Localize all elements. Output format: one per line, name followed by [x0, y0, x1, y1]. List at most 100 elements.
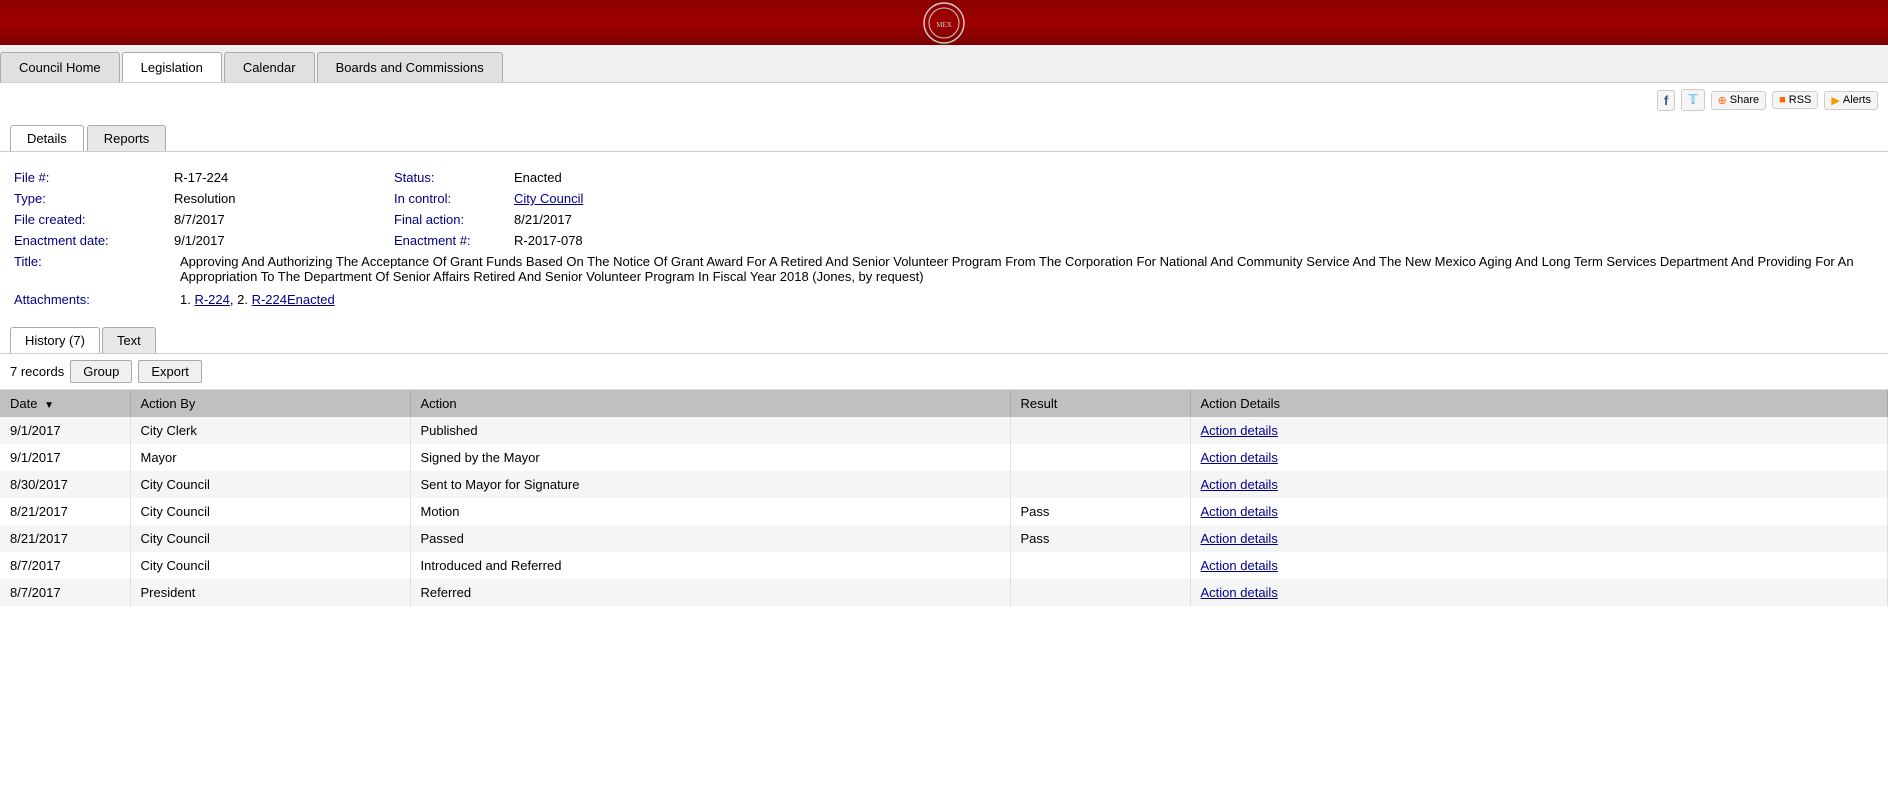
table-row: 9/1/2017 City Clerk Published Action det…: [0, 417, 1888, 444]
final-action-value: 8/21/2017: [514, 212, 572, 227]
tab-history[interactable]: History (7): [10, 327, 100, 353]
cell-actiondetails[interactable]: Action details: [1190, 579, 1888, 606]
facebook-button[interactable]: f: [1657, 90, 1675, 111]
col-header-result[interactable]: Result: [1010, 390, 1190, 417]
cell-actiondetails[interactable]: Action details: [1190, 525, 1888, 552]
file-value: R-17-224: [174, 170, 394, 185]
table-row: 8/7/2017 President Referred Action detai…: [0, 579, 1888, 606]
table-row: 8/30/2017 City Council Sent to Mayor for…: [0, 471, 1888, 498]
cell-actionby: Mayor: [130, 444, 410, 471]
facebook-icon: f: [1664, 93, 1668, 108]
rss-button[interactable]: ■ RSS: [1772, 91, 1818, 109]
nav-tab-calendar[interactable]: Calendar: [224, 52, 315, 82]
attachment-r224enacted[interactable]: R-224Enacted: [252, 292, 335, 307]
attachments-row: Attachments: 1. R-224, 2. R-224Enacted: [14, 292, 1874, 307]
enactment-date-value: 9/1/2017: [174, 233, 394, 248]
alerts-label: Alerts: [1843, 94, 1871, 106]
file-created-label: File created:: [14, 212, 174, 227]
cell-date: 9/1/2017: [0, 444, 130, 471]
cell-action: Passed: [410, 525, 1010, 552]
type-label: Type:: [14, 191, 174, 206]
attachments-label: Attachments:: [14, 292, 174, 307]
tab-reports[interactable]: Reports: [87, 125, 167, 151]
share-label: Share: [1730, 94, 1759, 106]
final-action-label: Final action:: [394, 212, 514, 227]
cell-date: 9/1/2017: [0, 417, 130, 444]
enactment-date-label: Enactment date:: [14, 233, 174, 248]
cell-date: 8/21/2017: [0, 525, 130, 552]
cell-action: Introduced and Referred: [410, 552, 1010, 579]
table-header-row: Date ▼ Action By Action Result Action De…: [0, 390, 1888, 417]
history-table: Date ▼ Action By Action Result Action De…: [0, 390, 1888, 606]
details-section: File #: R-17-224 Status: Enacted Type: R…: [0, 162, 1888, 315]
cell-result: Pass: [1010, 525, 1190, 552]
nav-tab-council-home[interactable]: Council Home: [0, 52, 120, 82]
attachment-r224[interactable]: R-224: [194, 292, 229, 307]
nav-bar: Council Home Legislation Calendar Boards…: [0, 45, 1888, 83]
cell-result: [1010, 579, 1190, 606]
history-content: 7 records Group Export Date ▼ Action By …: [0, 353, 1888, 606]
cell-action: Signed by the Mayor: [410, 444, 1010, 471]
twitter-button[interactable]: 𝕋: [1681, 89, 1704, 111]
seal-icon: MEX: [923, 2, 965, 44]
rss-label: RSS: [1789, 94, 1812, 106]
col-header-date[interactable]: Date ▼: [0, 390, 130, 417]
cell-actionby: City Clerk: [130, 417, 410, 444]
enactment-num-value: R-2017-078: [514, 233, 583, 248]
cell-action: Referred: [410, 579, 1010, 606]
title-text: Approving And Authorizing The Acceptance…: [180, 254, 1874, 284]
status-label: Status:: [394, 170, 514, 185]
cell-actionby: City Council: [130, 471, 410, 498]
svg-text:MEX: MEX: [936, 21, 952, 29]
cell-result: [1010, 471, 1190, 498]
enactment-num-label: Enactment #:: [394, 233, 514, 248]
cell-actionby: President: [130, 579, 410, 606]
cell-action: Published: [410, 417, 1010, 444]
col-header-action[interactable]: Action: [410, 390, 1010, 417]
sort-arrow-date: ▼: [44, 400, 54, 411]
content-tabs: Details Reports: [0, 117, 1888, 152]
header-banner: MEX: [0, 0, 1888, 45]
col-header-actiondetails[interactable]: Action Details: [1190, 390, 1888, 417]
rss-icon: ■: [1779, 94, 1786, 106]
cell-actionby: City Council: [130, 525, 410, 552]
title-row: Title: Approving And Authorizing The Acc…: [14, 254, 1874, 284]
tab-text[interactable]: Text: [102, 327, 156, 353]
status-value: Enacted: [514, 170, 562, 185]
cell-date: 8/7/2017: [0, 579, 130, 606]
share-icon: ⊕: [1718, 94, 1727, 107]
table-row: 9/1/2017 Mayor Signed by the Mayor Actio…: [0, 444, 1888, 471]
cell-action: Sent to Mayor for Signature: [410, 471, 1010, 498]
city-logo: MEX: [904, 3, 984, 43]
share-button[interactable]: ⊕ Share: [1711, 91, 1767, 110]
col-header-actionby[interactable]: Action By: [130, 390, 410, 417]
records-bar: 7 records Group Export: [0, 354, 1888, 390]
in-control-value[interactable]: City Council: [514, 191, 583, 206]
alerts-button[interactable]: ▶ Alerts: [1824, 91, 1878, 110]
table-row: 8/7/2017 City Council Introduced and Ref…: [0, 552, 1888, 579]
group-button[interactable]: Group: [70, 360, 132, 383]
cell-result: Pass: [1010, 498, 1190, 525]
file-created-value: 8/7/2017: [174, 212, 394, 227]
history-tabs: History (7) Text: [0, 327, 1888, 353]
tab-details[interactable]: Details: [10, 125, 84, 151]
table-row: 8/21/2017 City Council Passed Pass Actio…: [0, 525, 1888, 552]
attachments-text: 1. R-224, 2. R-224Enacted: [180, 292, 335, 307]
cell-actiondetails[interactable]: Action details: [1190, 444, 1888, 471]
cell-actionby: City Council: [130, 498, 410, 525]
cell-action: Motion: [410, 498, 1010, 525]
cell-actiondetails[interactable]: Action details: [1190, 417, 1888, 444]
cell-result: [1010, 417, 1190, 444]
cell-actiondetails[interactable]: Action details: [1190, 498, 1888, 525]
cell-actiondetails[interactable]: Action details: [1190, 552, 1888, 579]
export-button[interactable]: Export: [138, 360, 202, 383]
type-value: Resolution: [174, 191, 394, 206]
cell-result: [1010, 444, 1190, 471]
cell-date: 8/30/2017: [0, 471, 130, 498]
nav-tab-boards[interactable]: Boards and Commissions: [317, 52, 503, 82]
nav-tab-legislation[interactable]: Legislation: [122, 52, 222, 82]
cell-actiondetails[interactable]: Action details: [1190, 471, 1888, 498]
title-label: Title:: [14, 254, 174, 269]
records-count: 7 records: [10, 364, 64, 379]
in-control-label: In control:: [394, 191, 514, 206]
